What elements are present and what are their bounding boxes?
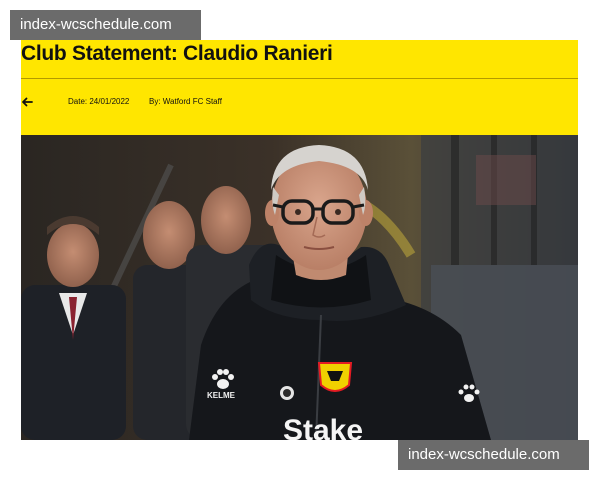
photo-illustration: KELME Stake xyxy=(21,135,578,440)
header-divider xyxy=(21,78,578,79)
sponsor-text: Stake xyxy=(283,414,363,440)
article-header: Club Statement: Claudio Ranieri Date: 24… xyxy=(21,40,578,135)
watermark-top: index-wcschedule.com xyxy=(10,10,201,40)
article-title: Club Statement: Claudio Ranieri xyxy=(21,42,333,65)
kit-brand-text: KELME xyxy=(207,391,236,400)
arrow-left-icon[interactable] xyxy=(21,96,33,108)
watermark-bottom: index-wcschedule.com xyxy=(398,440,589,470)
article-photo: KELME Stake xyxy=(21,135,578,440)
article-meta: Date: 24/01/2022 By: Watford FC Staff xyxy=(21,96,578,110)
article-author: By: Watford FC Staff xyxy=(149,97,222,106)
article-date: Date: 24/01/2022 xyxy=(68,97,130,106)
